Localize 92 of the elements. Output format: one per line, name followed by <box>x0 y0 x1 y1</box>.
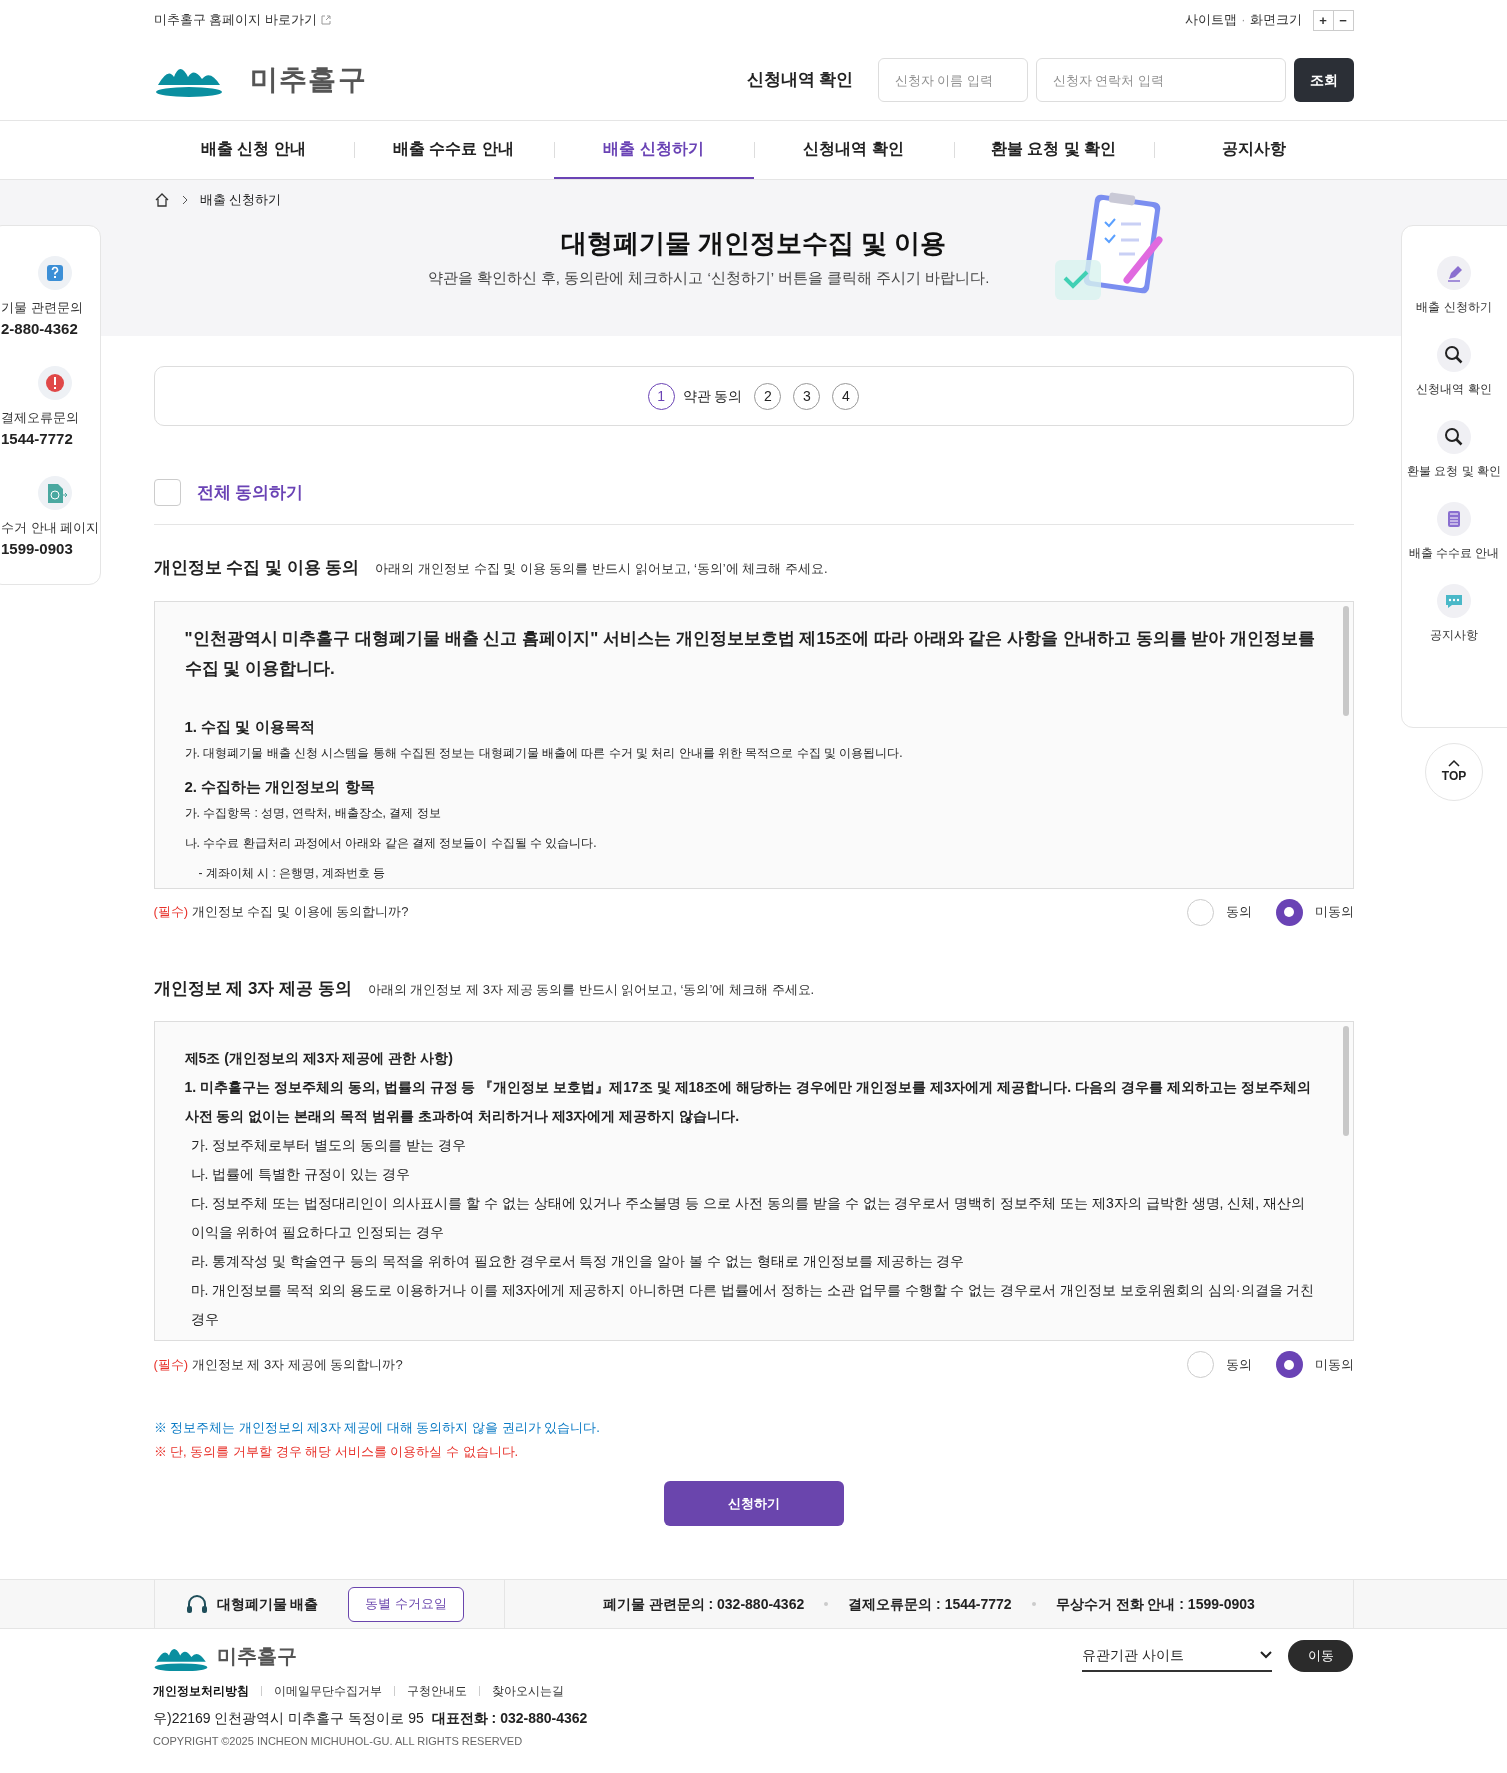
search-icon <box>1437 338 1471 372</box>
footer-bar-title: 대형폐기물 배출 <box>216 1594 319 1614</box>
terms-paragraph: 가. 대형폐기물 배출 신청 시스템을 통해 수집된 정보는 대형폐기물 배출에 따른 수거 및 처리 안내를 위한 목적으로 수집 및 이용됩니다. <box>184 744 904 762</box>
top-button[interactable]: TOP <box>1425 743 1483 801</box>
terms-paragraph: 다. 정보주체 또는 법정대리인이 의사표시를 할 수 없는 상태에 있거나 주소불명 등 으로 사전 동의를 받을 수 없는 경우로서 명백히 정보주체 또는 제3자의 급박한 생명, 신체, 재산의 이익을 위하여 필요하다고 인정되는 경우 <box>189 1194 1307 1242</box>
contact-info: 무상수거 전화 안내 : 1599-0903 <box>1055 1594 1255 1614</box>
nav-tab[interactable]: 배출 신청 안내 <box>153 121 354 179</box>
address-text: 우)22169 인천광역시 미추홀구 독정이로 95 <box>153 1709 424 1728</box>
terms-paragraph: 가. 정보주체로부터 별도의 동의를 받는 경우 <box>189 1136 467 1155</box>
contact-info: 폐기물 관련문의 : 032-880-4362 <box>602 1594 805 1614</box>
nav-tab[interactable]: 신청내역 확인 <box>753 121 954 179</box>
nav-tab[interactable]: 배출 수수료 안내 <box>353 121 554 179</box>
phone-input[interactable]: 신청자 연락처 입력 <box>1035 58 1286 102</box>
alert-icon <box>37 366 72 400</box>
terms-paragraph: 2. 수집하는 개인정보의 항목 <box>184 776 376 797</box>
breadcrumb-current: 배출 신청하기 <box>199 191 282 209</box>
section-note: 아래의 개인정보 수집 및 이용 동의를 반드시 읽어보고, ‘동의’에 체크해 주세요. <box>375 560 828 578</box>
terms-paragraph: 마. 개인정보를 목적 외의 용도로 이용하거나 이를 제3자에게 제공하지 아니하면 다른 법률에서 정하는 소관 업무를 수행할 수 없는 경우로서 개인정보 보호위원회의 심의·의결을 거친 경우 <box>189 1281 1316 1329</box>
go-button[interactable]: 이동 <box>1288 1640 1353 1672</box>
page-title: 대형폐기물 개인정보수집 및 이용 <box>560 226 947 260</box>
agree-all-checkbox[interactable] <box>153 479 181 506</box>
notice-text: ※ 정보주체는 개인정보의 제3자 제공에 대해 동의하지 않을 권리가 있습니다. <box>153 1419 601 1437</box>
question-icon <box>37 256 72 290</box>
logo-text: 미추홀구 <box>217 1644 297 1669</box>
terms-paragraph: 1. 수집 및 이용목적 <box>184 716 316 737</box>
quick-menu-link[interactable]: 배출 신청하기 <box>1402 256 1506 316</box>
contact-info: 결제오류문의 : 1544-7772 <box>848 1594 1012 1614</box>
font-size-label: 화면크기 <box>1249 11 1302 30</box>
quick-menu-link[interactable]: 배출 수수료 안내 <box>1402 502 1506 562</box>
name-input[interactable]: 신청자 이름 입력 <box>877 58 1028 102</box>
calculator-icon <box>1437 502 1471 536</box>
section-title: 개인정보 수집 및 이용 동의 <box>153 557 360 579</box>
contact-label: 기물 관련문의 <box>1 299 83 317</box>
footer-link[interactable]: 구청안내도 <box>407 1682 467 1700</box>
nav-tab[interactable]: 환불 요청 및 확인 <box>953 121 1154 179</box>
lookup-label: 신청내역 확인 <box>746 69 854 92</box>
terms-paragraph: - 계좌이체 시 : 은행명, 계좌번호 등 <box>197 864 387 882</box>
zoom-button[interactable]: + <box>1312 9 1334 31</box>
quick-menu-link[interactable]: 공지사항 <box>1402 584 1506 644</box>
submit-button[interactable]: 신청하기 <box>663 1481 844 1526</box>
terms-paragraph: 나. 법률에 특별한 규정이 있는 경우 <box>189 1165 411 1184</box>
chevron-down-icon <box>1260 1651 1272 1659</box>
homepage-link[interactable]: 미추홀구 홈페이지 바로가기 <box>153 10 331 30</box>
zoom-button[interactable]: − <box>1332 9 1354 31</box>
contact-label: 결제오류문의 <box>1 409 79 427</box>
lookup-button[interactable]: 조회 <box>1293 58 1354 102</box>
terms-paragraph: 제5조 (개인정보의 제3자 제공에 관한 사항) <box>184 1049 454 1068</box>
chevron-up-icon <box>1448 759 1460 767</box>
chat-bubble-icon <box>1437 584 1471 618</box>
quick-menu-link[interactable]: 환불 요청 및 확인 <box>1402 420 1506 480</box>
consent-question: (필수) 개인정보 수집 및 이용에 동의합니까? <box>153 903 409 922</box>
separator-dot: · <box>1241 11 1246 30</box>
consent-radio[interactable]: 미동의 <box>1275 1351 1354 1378</box>
terms-paragraph: 라. 통계작성 및 학술연구 등의 목적을 위하여 필요한 경우로서 특정 개인을 알아 볼 수 없는 형태로 개인정보를 제공하는 경우 <box>189 1252 966 1271</box>
consent-radio[interactable]: 미동의 <box>1275 898 1354 926</box>
page-subtitle: 약관을 확인하신 후, 동의란에 체크하시고 ‘신청하기’ 버튼을 클릭해 주시기 바랍니다. <box>427 267 991 288</box>
pencil-icon <box>1437 256 1471 290</box>
footer-link[interactable]: 찾아오시는길 <box>492 1682 564 1700</box>
contact-phone: 2-880-4362 <box>1 318 78 339</box>
notice-text: ※ 단, 동의를 거부할 경우 해당 서비스를 이용하실 수 없습니다. <box>153 1442 520 1461</box>
footer-link[interactable]: 이메일무단수집거부 <box>274 1682 382 1700</box>
external-link-icon <box>320 15 331 25</box>
logo-text: 미추홀구 <box>249 63 368 97</box>
section-note: 아래의 개인정보 제 3자 제공 동의를 반드시 읽어보고, ‘동의’에 체크해 주세요. <box>367 980 815 999</box>
scrollbar-thumb[interactable] <box>1342 1026 1349 1136</box>
home-icon <box>153 191 170 208</box>
district-schedule-button[interactable]: 동별 수거요일 <box>348 1586 464 1622</box>
terms-paragraph: "인천광역시 미추홀구 대형폐기물 배출 신고 홈페이지" 서비스는 개인정보보호법 제15조에 따라 아래와 같은 사항을 안내하고 동의를 받아 개인정보를 수집 및 이용합니다. <box>184 627 1317 680</box>
consent-question: (필수) 개인정보 제 3자 제공에 동의합니까? <box>153 1355 403 1374</box>
section-title: 개인정보 제 3자 제공 동의 <box>153 977 352 1000</box>
agree-all-label: 전체 동의하기 <box>196 481 304 504</box>
contact-phone: 1544-7772 <box>1 428 73 449</box>
consent-radio[interactable]: 동의 <box>1186 1351 1252 1378</box>
nav-tab[interactable]: 공지사항 <box>1153 121 1354 179</box>
chevron-right-icon <box>181 194 188 205</box>
terms-paragraph: 나. 수수료 환급처리 과정에서 아래와 같은 결제 정보들이 수집될 수 있습니다. <box>184 834 598 852</box>
step-label: 약관 동의 <box>682 386 743 406</box>
consent-radio[interactable]: 동의 <box>1186 898 1252 926</box>
terms-paragraph: 가. 수집항목 : 성명, 연락처, 배출장소, 결제 정보 <box>184 804 442 822</box>
scrollbar-thumb[interactable] <box>1342 605 1349 716</box>
search-icon <box>1437 420 1471 454</box>
contact-phone: 1599-0903 <box>1 538 73 559</box>
copyright-text: COPYRIGHT ©2025 INCHEON MICHUHOL-GU. ALL RIGHTS RESERVED <box>153 1734 524 1749</box>
footer-link[interactable]: 개인정보처리방침 <box>153 1682 249 1700</box>
contact-label: 수거 안내 페이지 <box>1 519 100 537</box>
terms-paragraph: 1. 미추홀구는 정보주체의 동의, 법률의 규정 등 『개인정보 보호법』제17조 및 제18조에 해당하는 경우에만 개인정보를 제3자에게 제공합니다. 다음의 경우를 제외하고는 정보주체의 사전 동의 없이는 본래의 목적 범위를 초과하여 처리하거나 제3자에게 제공하지 않습니다. <box>184 1078 1312 1126</box>
document-globe-icon <box>37 476 72 510</box>
main-phone: 대표전화 : 032-880-4362 <box>431 1709 588 1728</box>
quick-menu-link[interactable]: 신청내역 확인 <box>1402 338 1506 398</box>
related-sites-select[interactable]: 유관기관 사이트 <box>1082 1640 1272 1672</box>
sitemap-link[interactable]: 사이트맵 <box>1185 10 1238 30</box>
headset-icon <box>184 1593 209 1615</box>
